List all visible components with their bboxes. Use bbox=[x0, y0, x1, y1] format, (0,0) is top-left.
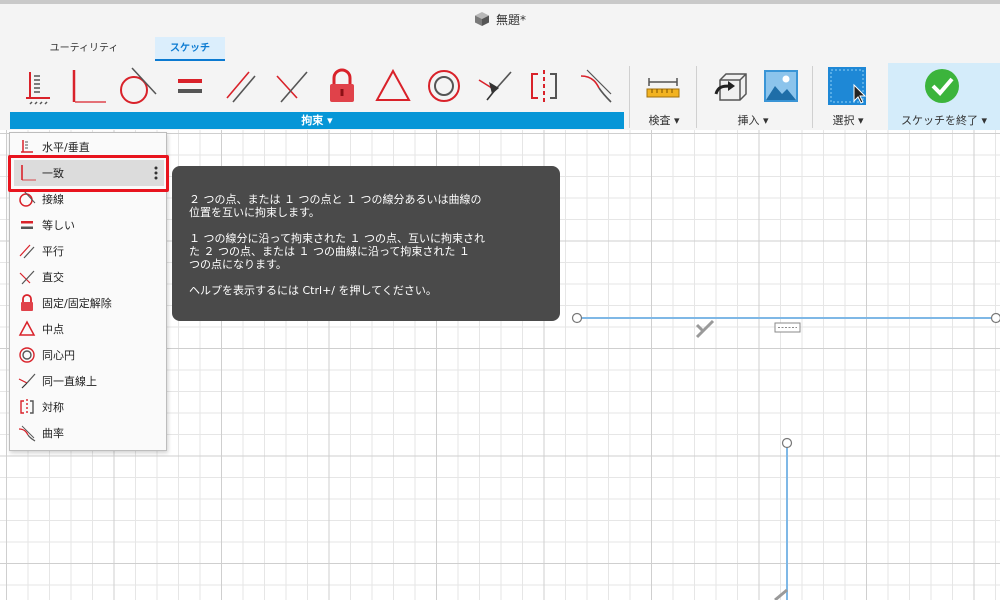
midpoint-icon bbox=[18, 320, 36, 336]
midpoint-tool[interactable] bbox=[373, 63, 413, 109]
menu-item-label: 平行 bbox=[42, 245, 64, 258]
ribbon: ユーティリティ スケッチ 拘束 ▾ 検査 ▾ 挿入 ▾ 選択 ▾ スケッチを終了… bbox=[0, 34, 1000, 130]
menu-item-label: 同心円 bbox=[42, 349, 75, 362]
select-dropdown[interactable]: 選択 ▾ bbox=[822, 112, 874, 129]
perpendicular-tool[interactable] bbox=[271, 63, 311, 109]
concentric-icon bbox=[428, 70, 460, 102]
equal-tool[interactable] bbox=[170, 63, 210, 109]
parallel-icon bbox=[19, 244, 35, 259]
document-cube-icon bbox=[474, 12, 489, 26]
perpendicular-icon bbox=[19, 270, 35, 285]
equal-icon bbox=[21, 221, 33, 229]
document-title: 無題* bbox=[495, 12, 526, 27]
collinear-icon bbox=[18, 373, 36, 389]
fix-unfix-icon bbox=[21, 294, 33, 311]
coincident-tooltip: ２ つの点、または １ つの点と １ つの線分あるいは曲線の 位置を互いに拘束し… bbox=[172, 166, 560, 321]
insert-image-tool[interactable] bbox=[761, 63, 801, 109]
perpendicular-icon bbox=[276, 71, 308, 103]
menu-item-fix-unfix[interactable]: 固定/固定解除 bbox=[14, 290, 164, 316]
inspect-dropdown[interactable]: 検査 ▾ bbox=[636, 112, 692, 129]
menu-item-label: 曲率 bbox=[42, 427, 64, 440]
select-cursor-icon bbox=[828, 67, 867, 105]
tooltip-help-hint: ヘルプを表示するには Ctrl+/ を押してください。 bbox=[189, 284, 437, 297]
menu-item-label: 一致 bbox=[42, 167, 64, 180]
tangent-tool[interactable] bbox=[118, 63, 158, 109]
menu-item-coincident[interactable]: 一致 bbox=[14, 160, 164, 186]
collinear-icon bbox=[478, 71, 512, 101]
parallel-tool[interactable] bbox=[221, 63, 261, 109]
tab-sketch[interactable]: スケッチ bbox=[155, 37, 225, 61]
select-tool[interactable] bbox=[827, 63, 867, 109]
parallel-icon bbox=[226, 71, 256, 103]
tooltip-description: ２ つの点、または １ つの点と １ つの線分あるいは曲線の 位置を互いに拘束し… bbox=[189, 193, 482, 219]
more-options-icon[interactable] bbox=[154, 165, 158, 181]
menu-item-perpendicular[interactable]: 直交 bbox=[14, 264, 164, 290]
constraints-dropdown[interactable]: 拘束 ▾ bbox=[10, 112, 624, 129]
menu-item-label: 同一直線上 bbox=[42, 375, 97, 388]
menu-item-equal[interactable]: 等しい bbox=[14, 212, 164, 238]
curvature-icon bbox=[18, 425, 36, 442]
finish-sketch-button[interactable] bbox=[922, 63, 962, 109]
concentric-tool[interactable] bbox=[424, 63, 464, 109]
symmetry-icon bbox=[531, 70, 557, 102]
menu-item-label: 接線 bbox=[42, 193, 64, 206]
menu-item-horizontal-vertical[interactable]: 水平/垂直 bbox=[14, 134, 164, 160]
symmetry-tool[interactable] bbox=[524, 63, 564, 109]
fix-unfix-tool[interactable] bbox=[322, 63, 362, 109]
horizontal-vertical-icon bbox=[26, 72, 50, 105]
menu-item-label: 中点 bbox=[42, 323, 64, 336]
measure-tool[interactable] bbox=[643, 63, 683, 109]
menu-item-parallel[interactable]: 平行 bbox=[14, 238, 164, 264]
tooltip-details: １ つの線分に沿って拘束された １ つの点、互いに拘束され た ２ つの点、また… bbox=[189, 232, 485, 271]
coincident-icon bbox=[72, 70, 106, 103]
tab-utility[interactable]: ユーティリティ bbox=[45, 37, 123, 61]
measure-ruler-icon bbox=[646, 78, 680, 98]
insert-derive-tool[interactable] bbox=[712, 63, 752, 109]
constraints-menu: 水平/垂直 一致 接線 等しい 平行 直交 固定/固定解除 中点 同心円 同一直… bbox=[9, 132, 167, 451]
concentric-icon bbox=[19, 347, 35, 363]
horizontal-vertical-tool[interactable] bbox=[18, 63, 58, 109]
menu-item-collinear[interactable]: 同一直線上 bbox=[14, 368, 164, 394]
menu-item-curvature[interactable]: 曲率 bbox=[14, 420, 164, 446]
menu-item-midpoint[interactable]: 中点 bbox=[14, 316, 164, 342]
title-bar: 無題* bbox=[0, 4, 1000, 34]
menu-item-label: 等しい bbox=[42, 219, 75, 232]
coincident-tool[interactable] bbox=[66, 63, 106, 109]
menu-item-tangent[interactable]: 接線 bbox=[14, 186, 164, 212]
fix-unfix-icon bbox=[330, 68, 354, 102]
insert-dropdown[interactable]: 挿入 ▾ bbox=[720, 112, 786, 129]
group-separator bbox=[696, 66, 697, 128]
menu-item-label: 対称 bbox=[42, 401, 64, 414]
checkmark-icon bbox=[925, 69, 959, 103]
menu-item-label: 直交 bbox=[42, 271, 64, 284]
insert-derive-icon bbox=[714, 73, 747, 101]
coincident-icon bbox=[21, 165, 36, 181]
collinear-tool[interactable] bbox=[475, 63, 515, 109]
group-separator bbox=[629, 66, 630, 128]
canvas-image-icon bbox=[764, 70, 798, 102]
symmetry-icon bbox=[20, 399, 34, 415]
midpoint-icon bbox=[375, 68, 411, 101]
menu-item-concentric[interactable]: 同心円 bbox=[14, 342, 164, 368]
curvature-icon bbox=[580, 69, 612, 103]
equal-icon bbox=[178, 79, 202, 93]
finish-sketch-dropdown[interactable]: スケッチを終了 ▾ bbox=[890, 112, 998, 129]
menu-item-symmetry[interactable]: 対称 bbox=[14, 394, 164, 420]
tangent-icon bbox=[120, 67, 157, 104]
ribbon-tabs: ユーティリティ スケッチ bbox=[0, 37, 1000, 61]
tangent-icon bbox=[19, 190, 36, 207]
menu-item-label: 水平/垂直 bbox=[42, 141, 90, 154]
group-separator bbox=[812, 66, 813, 128]
horizontal-vertical-icon bbox=[21, 140, 33, 153]
menu-item-label: 固定/固定解除 bbox=[42, 297, 112, 310]
curvature-tool[interactable] bbox=[577, 63, 617, 109]
